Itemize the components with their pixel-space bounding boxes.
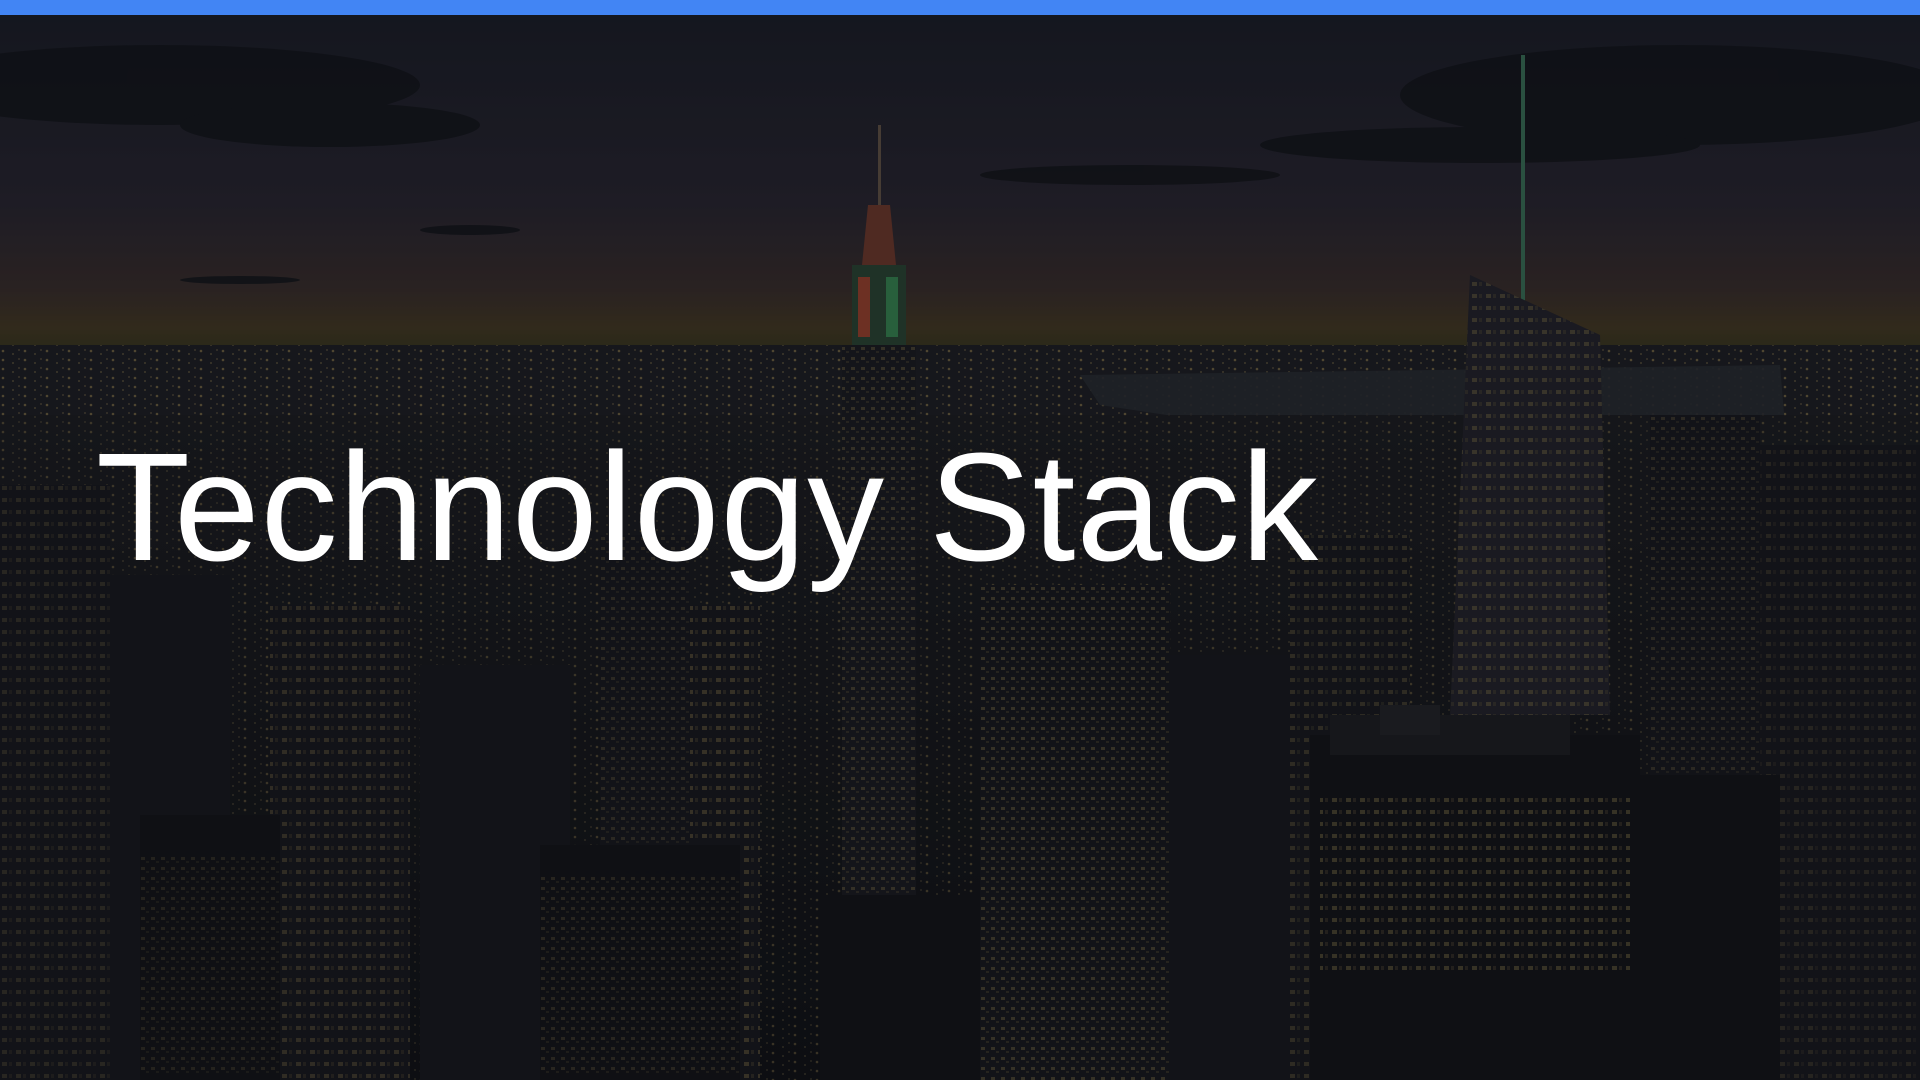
top-accent-bar: [0, 0, 1920, 15]
slide-title: Technology Stack: [96, 421, 1320, 593]
presentation-slide: Technology Stack: [0, 0, 1920, 1080]
